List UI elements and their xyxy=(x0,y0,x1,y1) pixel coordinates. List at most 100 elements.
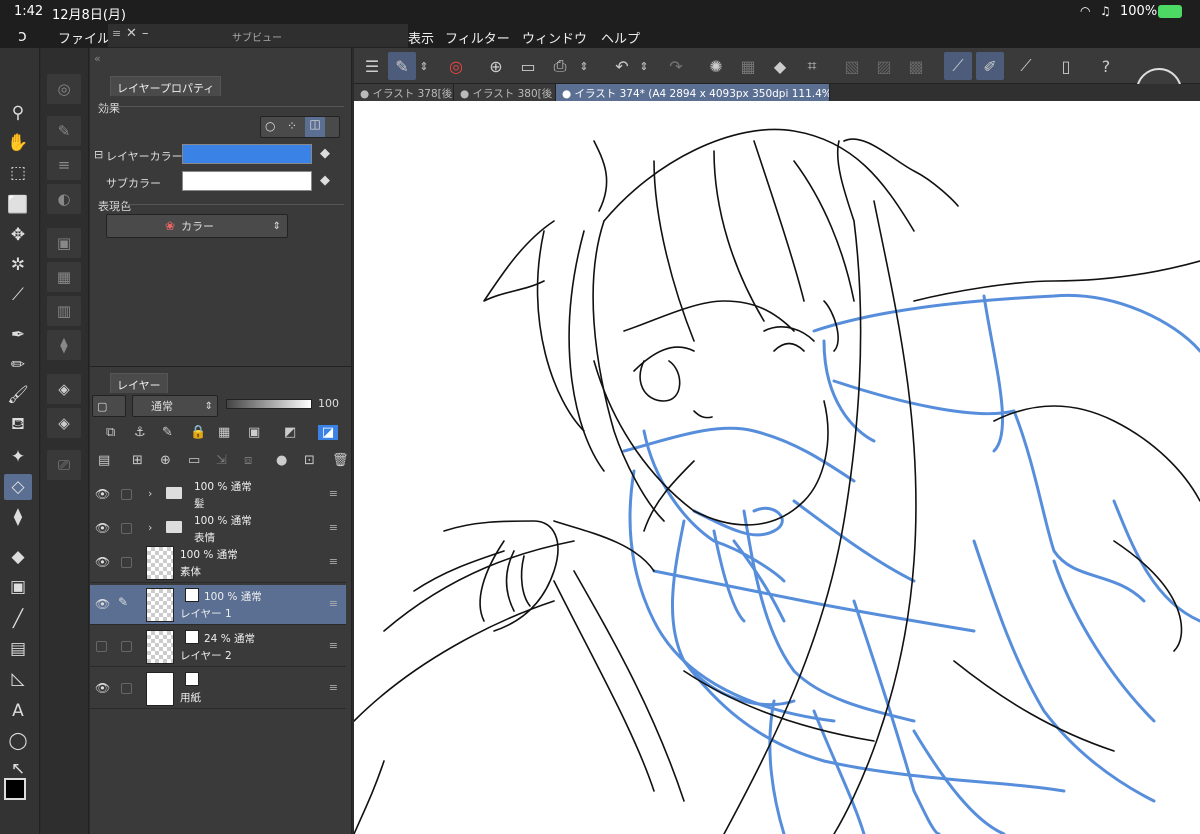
eye-icon[interactable]: 👁 xyxy=(95,555,110,569)
eye-icon[interactable]: 👁 xyxy=(95,487,110,501)
collapse-box-icon[interactable]: ⊟ xyxy=(94,148,103,161)
layer-color-effect-icon[interactable]: ◫ xyxy=(305,117,325,137)
effect-selector[interactable]: ○ ⁘ ◫ xyxy=(260,116,340,138)
reference-icon[interactable]: ⚓ xyxy=(134,425,146,440)
eye-icon[interactable]: 👁 xyxy=(95,521,110,535)
magic-wand-icon[interactable]: ✲ xyxy=(4,252,32,278)
eyedropper-icon[interactable]: ⟋ xyxy=(4,282,32,308)
new-folder-icon[interactable]: ▭ xyxy=(188,453,200,468)
gradient-icon[interactable]: ▣ xyxy=(4,574,32,600)
menu-window[interactable]: ウィンドウ xyxy=(522,28,587,47)
airbrush-icon[interactable]: ⛾ xyxy=(4,412,32,438)
subview-panel-header[interactable]: ≡ ✕ – サブビュー xyxy=(108,24,408,48)
loading-icon[interactable]: ✺ xyxy=(702,52,730,80)
grid-icon[interactable]: ▦ xyxy=(47,262,81,292)
close-icon[interactable]: ✕ xyxy=(126,26,137,41)
fill-icon[interactable]: ◆ xyxy=(766,52,794,80)
material-icon[interactable]: ▣ xyxy=(47,228,81,258)
selection-icon[interactable]: ⬜ xyxy=(4,192,32,218)
text-icon[interactable]: A xyxy=(4,698,32,724)
mask-add-icon[interactable]: ● xyxy=(276,453,287,468)
slider-icon[interactable]: ≡ xyxy=(47,150,81,180)
crop-icon[interactable]: ⌗ xyxy=(798,52,826,80)
balloon-icon[interactable]: ◯ xyxy=(4,728,32,754)
lock-transparent-icon[interactable]: ▦ xyxy=(218,425,230,440)
new-raster-layer-icon[interactable]: ⊞ xyxy=(132,453,143,468)
foreground-color-swatch[interactable] xyxy=(4,778,26,800)
view-icon[interactable]: ◐ xyxy=(47,184,81,214)
tab-layer-property[interactable]: レイヤープロパティ xyxy=(110,76,222,96)
chevron-right-icon[interactable]: › xyxy=(148,521,152,534)
layer-row-selected[interactable]: 👁 ✎ 100 % 通常 レイヤー 1 ≡ xyxy=(90,585,346,625)
redo-icon[interactable]: ↷ xyxy=(662,52,690,80)
pencil-icon[interactable]: ✏ xyxy=(4,352,32,378)
menu-view[interactable]: 表示 xyxy=(408,28,434,47)
app-logo-icon[interactable]: ↄ xyxy=(18,26,27,45)
zoom-icon[interactable]: ⚲ xyxy=(4,100,32,126)
navigator-icon[interactable]: ◎ xyxy=(47,74,81,104)
lock-checkbox[interactable] xyxy=(121,557,132,568)
tone-icon[interactable]: ⁘ xyxy=(287,119,297,133)
blend-preview-dropdown[interactable]: ▢ xyxy=(92,395,126,417)
lock-checkbox[interactable] xyxy=(121,523,132,534)
opacity-value[interactable]: 100 xyxy=(318,397,339,410)
menu-filter[interactable]: フィルター xyxy=(445,28,510,47)
undo-icon[interactable]: ↶ xyxy=(608,52,636,80)
blend-mode-dropdown[interactable]: 通常 ⇕ xyxy=(132,395,218,417)
pen-icon[interactable]: ✒ xyxy=(4,322,32,348)
frame-border-icon[interactable]: ▤ xyxy=(4,636,32,662)
tool-property-icon[interactable]: ✎ xyxy=(47,116,81,146)
menu-file[interactable]: ファイル xyxy=(58,28,110,47)
clip-icon[interactable]: ⧉ xyxy=(106,425,115,440)
move-icon[interactable]: ✥ xyxy=(4,222,32,248)
tab-illust-380[interactable]: ● イラスト 380[後 xyxy=(454,84,556,101)
lock-checkbox[interactable] xyxy=(121,641,132,652)
fill-bucket-icon[interactable]: ◆ xyxy=(320,146,330,161)
edit-icon[interactable]: ✎ xyxy=(388,52,416,80)
menu-icon[interactable]: ☰ xyxy=(358,52,386,80)
sub-color-swatch[interactable] xyxy=(182,171,312,191)
record-icon[interactable]: ◎ xyxy=(442,52,470,80)
layer-row[interactable]: 👁 用紙 ≡ xyxy=(90,669,346,709)
film-icon[interactable]: ▥ xyxy=(47,296,81,326)
object-icon[interactable]: ⬚ xyxy=(4,160,32,186)
ruler-off-icon[interactable]: ▧ xyxy=(838,52,866,80)
stepper-icon[interactable]: ⇕ xyxy=(636,52,652,80)
draft-icon[interactable]: ✎ xyxy=(162,425,173,440)
drag-handle-icon[interactable]: ≡ xyxy=(329,487,338,500)
open-folder-icon[interactable]: ▭ xyxy=(514,52,542,80)
trash-icon[interactable]: 🗑 xyxy=(332,453,349,468)
opacity-slider[interactable] xyxy=(226,399,312,409)
eye-icon[interactable]: 👁 xyxy=(95,681,110,695)
brush-icon[interactable]: 🖌 xyxy=(4,382,32,408)
new-vector-layer-icon[interactable]: ⊕ xyxy=(160,453,171,468)
tab-illust-378[interactable]: ● イラスト 378[後 xyxy=(354,84,454,101)
snap-icon[interactable]: ⟋ xyxy=(1012,52,1040,80)
blend-icon[interactable]: ⧫ xyxy=(4,504,32,530)
collapse-icon[interactable]: « xyxy=(94,52,101,65)
transfer-icon[interactable]: ⇲ xyxy=(216,453,227,468)
eye-icon[interactable]: 👁 xyxy=(95,597,110,611)
pen-assist-icon[interactable]: ⟋ xyxy=(944,52,972,80)
help-icon[interactable]: ? xyxy=(1092,52,1120,80)
expression-color-dropdown[interactable]: ❀ カラー ⇕ xyxy=(106,214,288,238)
mask-icon[interactable]: ▣ xyxy=(248,425,260,440)
chevron-right-icon[interactable]: › xyxy=(148,487,152,500)
layers-icon[interactable]: ◈ xyxy=(47,408,81,438)
layer-list-icon[interactable]: ▤ xyxy=(98,453,110,468)
tab-illust-374[interactable]: ● イラスト 374* (A4 2894 x 4093px 350dpi 111… xyxy=(556,84,830,101)
layer-color-swatch[interactable] xyxy=(182,144,312,164)
ruler-link-icon[interactable]: ◩ xyxy=(284,425,296,440)
hand-icon[interactable]: ✋ xyxy=(4,130,32,156)
save-icon[interactable]: ⎙ xyxy=(546,52,574,80)
search-layer-icon[interactable]: ⎚ xyxy=(47,450,81,480)
lock-checkbox[interactable] xyxy=(121,489,132,500)
new-file-icon[interactable]: ⊕ xyxy=(482,52,510,80)
circle-icon[interactable]: ○ xyxy=(265,119,275,133)
drag-handle-icon[interactable]: ≡ xyxy=(329,521,338,534)
frame-icon[interactable]: ▩ xyxy=(902,52,930,80)
drag-handle-icon[interactable]: ≡ xyxy=(329,639,338,652)
drag-handle-icon[interactable]: ≡ xyxy=(329,555,338,568)
drag-handle-icon[interactable]: ≡ xyxy=(329,681,338,694)
companion-icon[interactable]: ▯ xyxy=(1052,52,1080,80)
